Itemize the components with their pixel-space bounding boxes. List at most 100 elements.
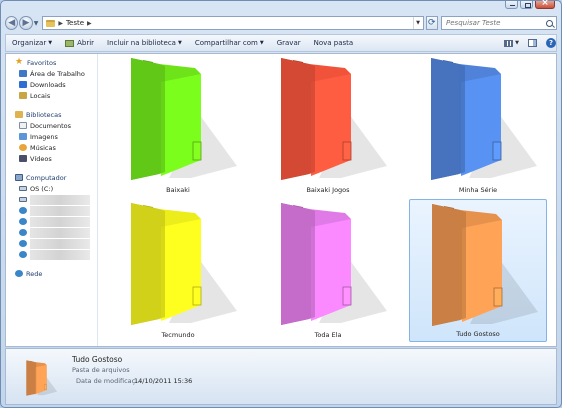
video-icon bbox=[19, 155, 27, 162]
sidebar-item-network-drive[interactable] bbox=[6, 238, 97, 249]
folder-icon bbox=[46, 19, 56, 27]
chevron-down-icon: ▼ bbox=[259, 40, 264, 46]
drive-icon bbox=[19, 186, 27, 191]
blurred-label bbox=[30, 205, 90, 216]
sidebar-item-desktop[interactable]: Área de Trabalho bbox=[6, 68, 97, 79]
sidebar-item-network-drive[interactable] bbox=[6, 249, 97, 260]
folder-label: Toda Ela bbox=[314, 331, 342, 339]
computer-icon bbox=[15, 174, 23, 181]
sidebar-item-label: Vídeos bbox=[30, 154, 52, 163]
address-path[interactable]: Teste bbox=[66, 19, 84, 27]
share-button[interactable]: Compartilhar com ▼ bbox=[195, 39, 264, 47]
sidebar-item-label: Músicas bbox=[30, 143, 56, 152]
chevron-down-icon: ▼ bbox=[177, 40, 182, 46]
sidebar-item-network[interactable]: Rede bbox=[6, 268, 97, 279]
blurred-label bbox=[30, 238, 90, 249]
folder-label: Baixaki Jogos bbox=[306, 186, 350, 194]
sidebar-item-drive[interactable] bbox=[6, 194, 97, 205]
sidebar-item-label: Documentos bbox=[30, 121, 72, 130]
refresh-button[interactable]: ⟳ bbox=[425, 16, 439, 30]
chevron-right-icon[interactable]: ▶ bbox=[58, 20, 63, 27]
sidebar-item-label: Rede bbox=[26, 269, 43, 278]
sidebar-item-network-drive[interactable] bbox=[6, 227, 97, 238]
network-icon bbox=[15, 270, 23, 277]
sidebar-item-music[interactable]: Músicas bbox=[6, 142, 97, 153]
help-icon[interactable]: ? bbox=[546, 38, 556, 48]
blurred-label bbox=[30, 249, 90, 260]
views-icon[interactable] bbox=[504, 39, 514, 47]
share-label: Compartilhar com bbox=[194, 39, 258, 47]
address-row: ◀ ▶ ▼ ▶ Teste ▶ ▼ ⟳ bbox=[5, 14, 558, 32]
explorer-body: ★ Favoritos Área de Trabalho Downloads Lo… bbox=[5, 53, 557, 347]
folder-tile-tudo-gostoso[interactable]: Tudo Gostoso bbox=[409, 199, 547, 342]
maximize-button[interactable] bbox=[520, 1, 533, 9]
new-folder-label: Nova pasta bbox=[313, 39, 354, 47]
sidebar-item-label: Bibliotecas bbox=[26, 110, 62, 119]
recent-places-icon bbox=[19, 92, 27, 99]
blurred-label bbox=[30, 194, 90, 205]
include-library-button[interactable]: Incluir na biblioteca ▼ bbox=[107, 39, 182, 47]
organize-label: Organizar bbox=[12, 39, 47, 47]
blurred-label bbox=[30, 216, 90, 227]
sidebar-item-drive-c[interactable]: OS (C:) bbox=[6, 183, 97, 194]
sidebar-item-favorites[interactable]: ★ Favoritos bbox=[6, 57, 97, 68]
network-drive-icon bbox=[19, 229, 27, 236]
folder-label: Tudo Gostoso bbox=[456, 330, 500, 338]
documents-icon bbox=[19, 122, 27, 129]
folder-tile-baixaki-jogos[interactable]: Baixaki Jogos bbox=[259, 54, 397, 197]
sidebar-item-label: Área de Trabalho bbox=[30, 69, 85, 78]
sidebar-item-libraries[interactable]: Bibliotecas bbox=[6, 109, 97, 120]
search-icon[interactable] bbox=[546, 19, 554, 27]
open-button[interactable]: Abrir bbox=[65, 39, 94, 47]
details-type: Pasta de arquivos bbox=[72, 366, 130, 374]
sidebar-item-network-drive[interactable] bbox=[6, 205, 97, 216]
pictures-icon bbox=[19, 133, 27, 140]
folder-label: Baixaki bbox=[166, 186, 190, 194]
sidebar-item-network-drive[interactable] bbox=[6, 216, 97, 227]
recent-pages-dropdown[interactable]: ▼ bbox=[33, 20, 40, 27]
burn-button[interactable]: Gravar bbox=[277, 39, 301, 47]
sidebar-item-images[interactable]: Imagens bbox=[6, 131, 97, 142]
organize-button[interactable]: Organizar ▼ bbox=[12, 39, 52, 47]
chevron-down-icon[interactable]: ▼ bbox=[515, 40, 519, 46]
navigation-pane: ★ Favoritos Área de Trabalho Downloads Lo… bbox=[6, 54, 98, 346]
folder-tile-toda-ela[interactable]: Toda Ela bbox=[259, 199, 397, 342]
open-label: Abrir bbox=[77, 39, 95, 47]
folder-tile-baixaki[interactable]: Baixaki bbox=[109, 54, 247, 197]
address-bar[interactable]: ▶ Teste ▶ ▼ bbox=[42, 16, 424, 30]
folder-icon bbox=[281, 203, 387, 325]
search-input[interactable] bbox=[446, 19, 547, 27]
music-icon bbox=[19, 144, 27, 151]
details-name: Tudo Gostoso bbox=[72, 355, 123, 364]
folder-tile-tecmundo[interactable]: Tecmundo bbox=[109, 199, 247, 342]
details-pane: Tudo Gostoso Pasta de arquivos Data de m… bbox=[5, 348, 557, 405]
network-drive-icon bbox=[19, 207, 27, 214]
folder-icon bbox=[432, 204, 538, 326]
sidebar-item-places[interactable]: Locais bbox=[6, 90, 97, 101]
window-controls bbox=[503, 0, 555, 9]
sidebar-item-videos[interactable]: Vídeos bbox=[6, 153, 97, 164]
new-folder-button[interactable]: Nova pasta bbox=[314, 39, 354, 47]
desktop-icon bbox=[19, 70, 27, 77]
sidebar-item-documents[interactable]: Documentos bbox=[6, 120, 97, 131]
search-box[interactable] bbox=[441, 16, 558, 30]
chevron-right-icon[interactable]: ▶ bbox=[87, 20, 92, 27]
sidebar-item-computer[interactable]: Computador bbox=[6, 172, 97, 183]
include-label: Incluir na biblioteca bbox=[107, 39, 176, 47]
network-drive-icon bbox=[19, 251, 27, 258]
sidebar-item-label: Locais bbox=[30, 91, 51, 100]
address-dropdown[interactable]: ▼ bbox=[412, 17, 423, 29]
folder-icon bbox=[131, 58, 237, 180]
explorer-window: ◀ ▶ ▼ ▶ Teste ▶ ▼ ⟳ Organizar▼ Abrir Inc… bbox=[0, 0, 562, 408]
forward-button[interactable]: ▶ bbox=[19, 16, 33, 30]
folder-tile-minha-serie[interactable]: Minha Série bbox=[409, 54, 547, 197]
preview-pane-icon[interactable] bbox=[528, 39, 537, 47]
back-button[interactable]: ◀ bbox=[5, 16, 19, 30]
burn-label: Gravar bbox=[276, 39, 301, 47]
minimize-button[interactable] bbox=[505, 1, 518, 9]
close-button[interactable] bbox=[535, 0, 555, 9]
details-date-value: 14/10/2011 15:36 bbox=[134, 377, 193, 385]
sidebar-item-downloads[interactable]: Downloads bbox=[6, 79, 97, 90]
sidebar-item-label: Imagens bbox=[30, 132, 58, 141]
sidebar-item-label: OS (C:) bbox=[30, 184, 54, 193]
